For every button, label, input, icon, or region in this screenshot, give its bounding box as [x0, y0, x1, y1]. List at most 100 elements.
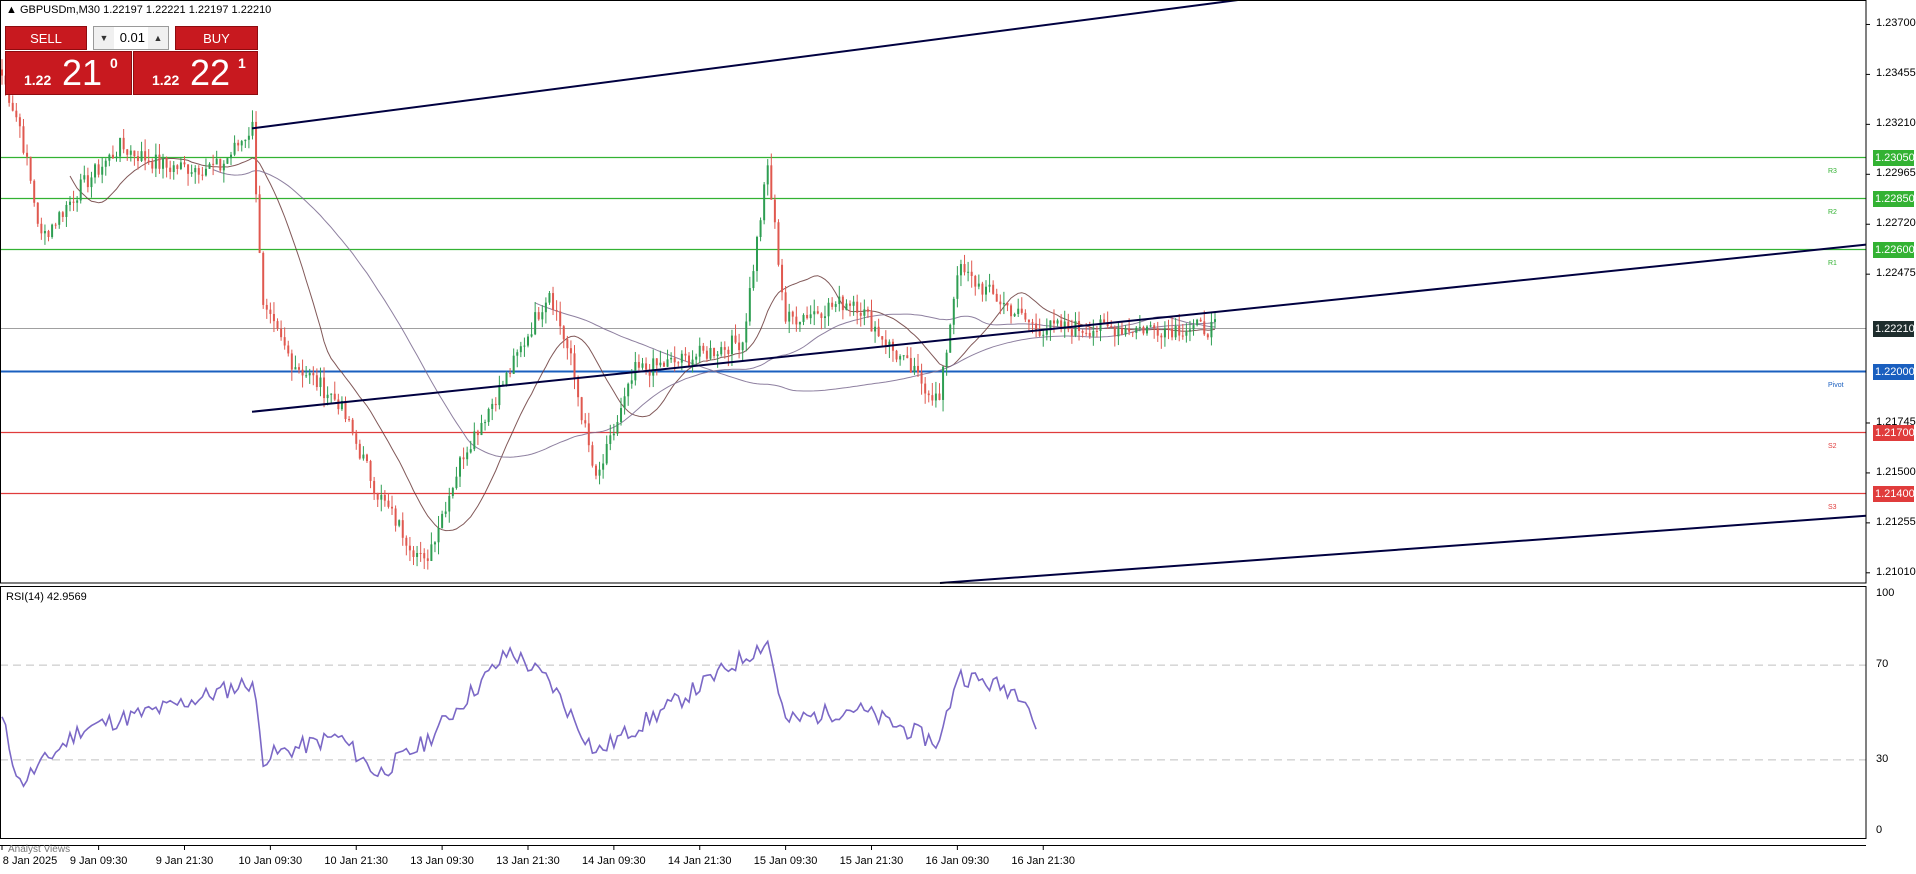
- sell-button[interactable]: SELL: [5, 26, 87, 50]
- candle: [383, 490, 386, 507]
- lot-size-field[interactable]: ▼ 0.01 ▲: [93, 26, 169, 50]
- candle: [1210, 312, 1213, 346]
- candle-body: [523, 345, 526, 347]
- candle-body: [934, 393, 937, 401]
- candle: [1002, 291, 1005, 315]
- candle: [741, 341, 744, 361]
- candle: [891, 338, 894, 362]
- buy-price-box[interactable]: 1.22 22 1: [133, 51, 258, 95]
- candle: [813, 299, 816, 326]
- candle: [1178, 313, 1181, 342]
- candle: [1124, 325, 1127, 337]
- price-axis-label: 1.22475: [1876, 267, 1916, 280]
- candle-body: [212, 163, 215, 165]
- candle: [51, 223, 54, 239]
- lot-decrease-icon[interactable]: ▼: [94, 27, 114, 49]
- candle-body: [909, 358, 912, 373]
- candle-body: [469, 449, 472, 453]
- candle-body: [408, 545, 411, 551]
- candle-body: [816, 311, 819, 314]
- candle-body: [526, 336, 529, 346]
- lot-increase-icon[interactable]: ▲: [148, 27, 168, 49]
- candle-body: [305, 375, 308, 377]
- time-axis-label: 13 Jan 09:30: [410, 855, 474, 867]
- candle-body: [1056, 320, 1059, 324]
- candle: [559, 301, 562, 335]
- candle: [738, 333, 741, 359]
- analyst-views-label[interactable]: Analyst Views: [8, 844, 70, 855]
- candle-body: [283, 337, 286, 346]
- candle: [691, 350, 694, 373]
- candle-body: [1113, 327, 1116, 337]
- candle: [537, 306, 540, 321]
- candle: [802, 313, 805, 326]
- candle-body: [237, 142, 240, 146]
- candle: [967, 261, 970, 282]
- price-axis-label: 1.21500: [1876, 465, 1916, 478]
- candle: [358, 439, 361, 460]
- candle-body: [802, 314, 805, 322]
- candle-body: [462, 457, 465, 460]
- candle: [369, 459, 372, 489]
- candle-body: [1185, 331, 1188, 336]
- candle-body: [781, 264, 784, 293]
- candle-body: [838, 296, 841, 305]
- candle: [512, 348, 515, 375]
- candle-body: [355, 433, 358, 444]
- candle: [1199, 317, 1202, 322]
- sell-price-box[interactable]: 1.22 21 0: [5, 51, 132, 95]
- lot-size-value[interactable]: 0.01: [114, 27, 148, 49]
- candle: [809, 305, 812, 325]
- candle-body: [755, 237, 758, 272]
- candle-body: [144, 151, 147, 161]
- candle-body: [1035, 323, 1038, 331]
- candle: [151, 158, 154, 174]
- candle-body: [537, 312, 540, 320]
- candle-body: [688, 355, 691, 367]
- candle-body: [294, 367, 297, 370]
- candle-body: [140, 151, 143, 161]
- candle-body: [233, 142, 236, 155]
- candle-body: [952, 298, 955, 325]
- candle-body: [1188, 329, 1191, 332]
- candle-body: [534, 312, 537, 335]
- candle-body: [788, 311, 791, 322]
- candle: [201, 166, 204, 181]
- time-axis-label: 10 Jan 09:30: [238, 855, 303, 867]
- rsi-axis-label: 30: [1876, 752, 1889, 765]
- candle: [1017, 298, 1020, 317]
- candle: [323, 367, 326, 408]
- candle: [269, 302, 272, 324]
- candle: [773, 194, 776, 229]
- candle: [920, 363, 923, 395]
- candle: [963, 254, 966, 276]
- candle: [931, 383, 934, 406]
- candle-body: [770, 165, 773, 200]
- candle-body: [459, 457, 462, 477]
- candle: [419, 541, 422, 562]
- candle: [934, 381, 937, 408]
- candle: [1038, 318, 1041, 338]
- candle-body: [1171, 328, 1174, 338]
- candle: [730, 329, 733, 366]
- buy-button[interactable]: BUY: [175, 26, 258, 50]
- candle-body: [183, 162, 186, 165]
- price-chart[interactable]: [0, 0, 1916, 874]
- candle-body: [899, 356, 902, 360]
- candle: [927, 390, 930, 403]
- candle-body: [22, 126, 25, 153]
- candle: [795, 306, 798, 332]
- candle-body: [720, 347, 723, 355]
- candle: [1063, 310, 1066, 338]
- candle: [301, 359, 304, 388]
- candle: [745, 313, 748, 352]
- candle-body: [265, 304, 268, 310]
- candle: [1135, 326, 1138, 340]
- price-axis-label: 1.22965: [1876, 167, 1916, 180]
- candle-body: [301, 369, 304, 376]
- candle-body: [863, 309, 866, 316]
- collapse-triangle-icon[interactable]: ▲: [6, 4, 17, 16]
- candle: [995, 288, 998, 302]
- candle-body: [215, 158, 218, 165]
- candle-body: [798, 321, 801, 325]
